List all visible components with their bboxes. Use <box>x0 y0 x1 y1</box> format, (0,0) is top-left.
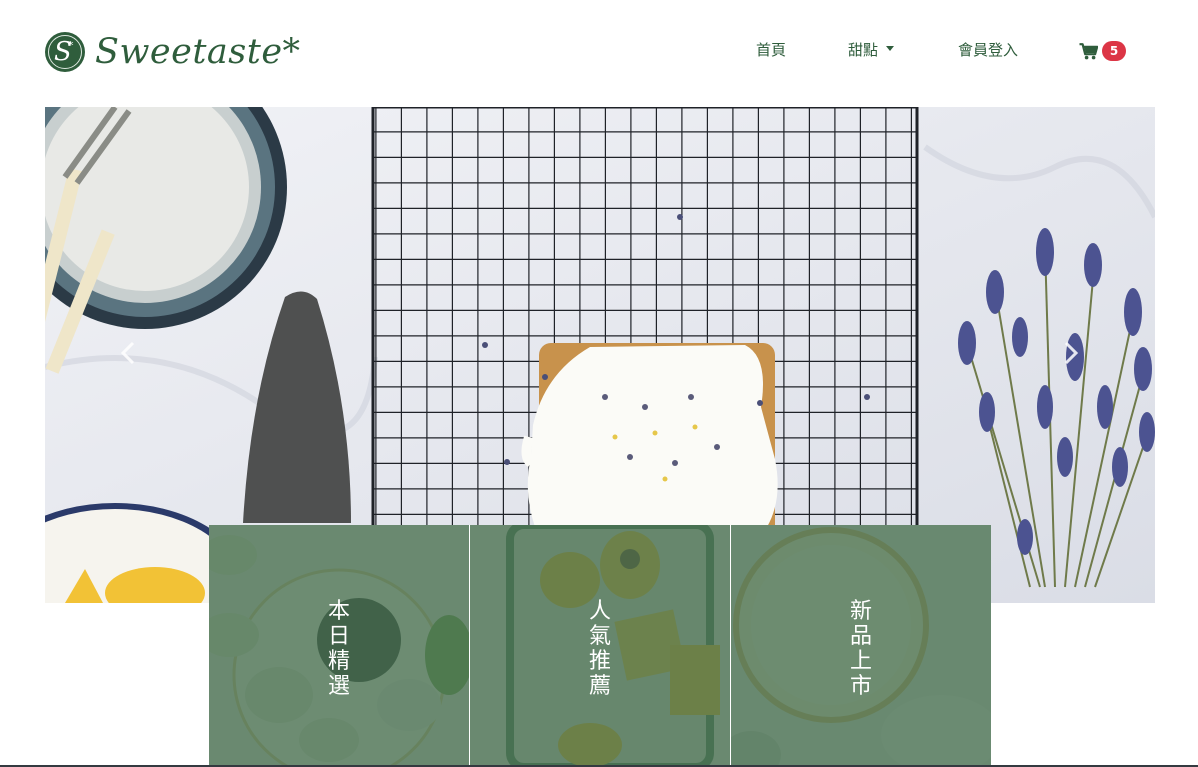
category-tile-daily-pick[interactable]: 本日精選 <box>209 525 469 767</box>
nav-desserts-dropdown[interactable]: 甜點 <box>848 38 895 62</box>
logo-icon: S * <box>45 32 85 72</box>
nav-desserts-label: 甜點 <box>848 41 879 59</box>
shopping-cart-icon <box>1079 42 1098 59</box>
category-label-new-arrivals: 新品上市 <box>849 599 872 699</box>
category-label-popular: 人氣推薦 <box>588 599 611 699</box>
carousel-next-icon[interactable] <box>1060 335 1082 371</box>
cart-count-badge: 5 <box>1102 41 1126 61</box>
category-tile-popular[interactable]: 人氣推薦 <box>470 525 730 767</box>
cart-button[interactable]: 5 <box>1079 40 1126 62</box>
nav-home-link[interactable]: 首頁 <box>756 38 786 62</box>
carousel-prev-icon[interactable] <box>117 335 139 371</box>
nav-login-link[interactable]: 會員登入 <box>958 38 1018 62</box>
brand-logo-link[interactable]: S * Sweetaste* <box>45 31 301 73</box>
brand-name: Sweetaste* <box>95 32 301 72</box>
caret-down-icon <box>886 46 895 51</box>
category-tile-new-arrivals[interactable]: 新品上市 <box>731 525 991 767</box>
category-label-daily-pick: 本日精選 <box>327 599 350 699</box>
